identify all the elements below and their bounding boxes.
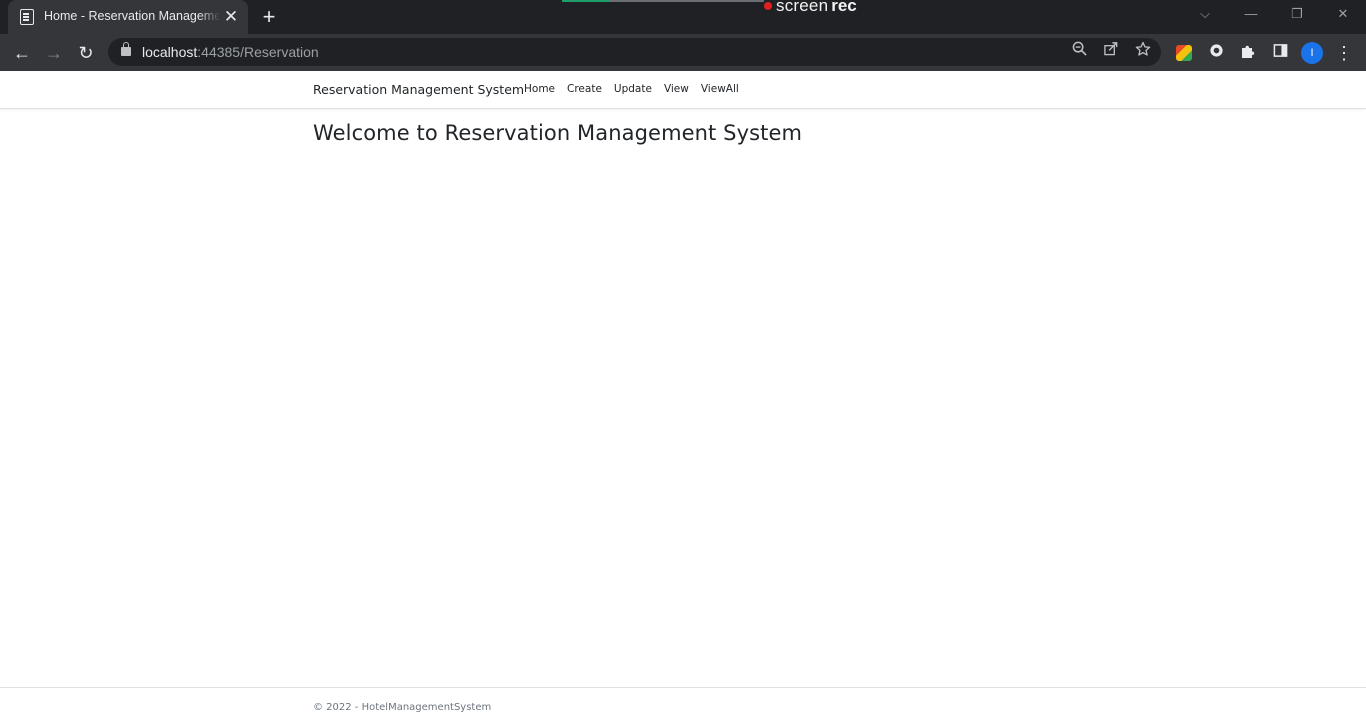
url-text[interactable]: localhost:44385/Reservation xyxy=(142,44,319,60)
screenrec-logo: screen rec xyxy=(764,0,857,15)
restore-window-button[interactable]: ❐ xyxy=(1282,4,1312,24)
reload-icon[interactable]: ↻ xyxy=(73,40,99,66)
nav-link-home[interactable]: Home xyxy=(518,83,561,95)
browser-tab-active[interactable]: Home - Reservation Management System ✕ xyxy=(8,0,248,34)
new-tab-button[interactable]: + xyxy=(258,6,280,28)
browser-menu-kebab-icon[interactable]: ⋮ xyxy=(1334,42,1354,64)
tab-search-chevron-down-icon[interactable]: ⌵ xyxy=(1190,4,1220,24)
web-page: Reservation Management System Home Creat… xyxy=(0,71,1366,720)
record-dot-icon xyxy=(764,2,772,10)
profile-avatar[interactable]: I xyxy=(1301,42,1323,64)
navbar-brand[interactable]: Reservation Management System xyxy=(313,82,524,97)
site-footer: © 2022 - HotelManagementSystem xyxy=(0,687,1366,720)
extensions-puzzle-icon[interactable] xyxy=(1238,43,1258,63)
zoom-icon[interactable] xyxy=(1068,41,1090,63)
browser-titlebar: Home - Reservation Management System ✕ +… xyxy=(0,0,1366,34)
recorder-track-strip xyxy=(610,0,764,2)
footer-copyright: © 2022 - HotelManagementSystem xyxy=(313,702,492,713)
tab-close-icon[interactable]: ✕ xyxy=(222,8,240,26)
bookmark-star-icon[interactable] xyxy=(1132,41,1154,63)
tab-title: Home - Reservation Management System xyxy=(44,9,220,23)
address-bar[interactable]: localhost:44385/Reservation xyxy=(108,38,1161,66)
forward-arrow-icon[interactable]: → xyxy=(41,40,67,66)
browser-toolbar: ← → ↻ localhost:44385/Reservation I ⋮ xyxy=(0,34,1366,71)
navbar-links: Home Create Update View ViewAll xyxy=(518,83,745,95)
lock-icon[interactable] xyxy=(121,42,131,56)
nav-link-viewall[interactable]: ViewAll xyxy=(695,83,745,95)
minimize-window-button[interactable]: — xyxy=(1236,4,1266,24)
page-favicon-icon xyxy=(20,9,34,25)
nav-link-view[interactable]: View xyxy=(658,83,695,95)
site-navbar: Reservation Management System Home Creat… xyxy=(0,71,1366,109)
share-icon[interactable] xyxy=(1100,41,1122,63)
close-window-button[interactable]: ✕ xyxy=(1328,4,1358,24)
nav-link-update[interactable]: Update xyxy=(608,83,658,95)
nav-link-create[interactable]: Create xyxy=(561,83,608,95)
extension-colorful-icon[interactable] xyxy=(1176,45,1192,61)
back-arrow-icon[interactable]: ← xyxy=(9,40,35,66)
side-panel-icon[interactable] xyxy=(1270,43,1290,63)
extension-circle-icon[interactable] xyxy=(1206,43,1226,63)
recorder-progress-strip xyxy=(562,0,610,2)
page-title: Welcome to Reservation Management System xyxy=(313,121,803,145)
